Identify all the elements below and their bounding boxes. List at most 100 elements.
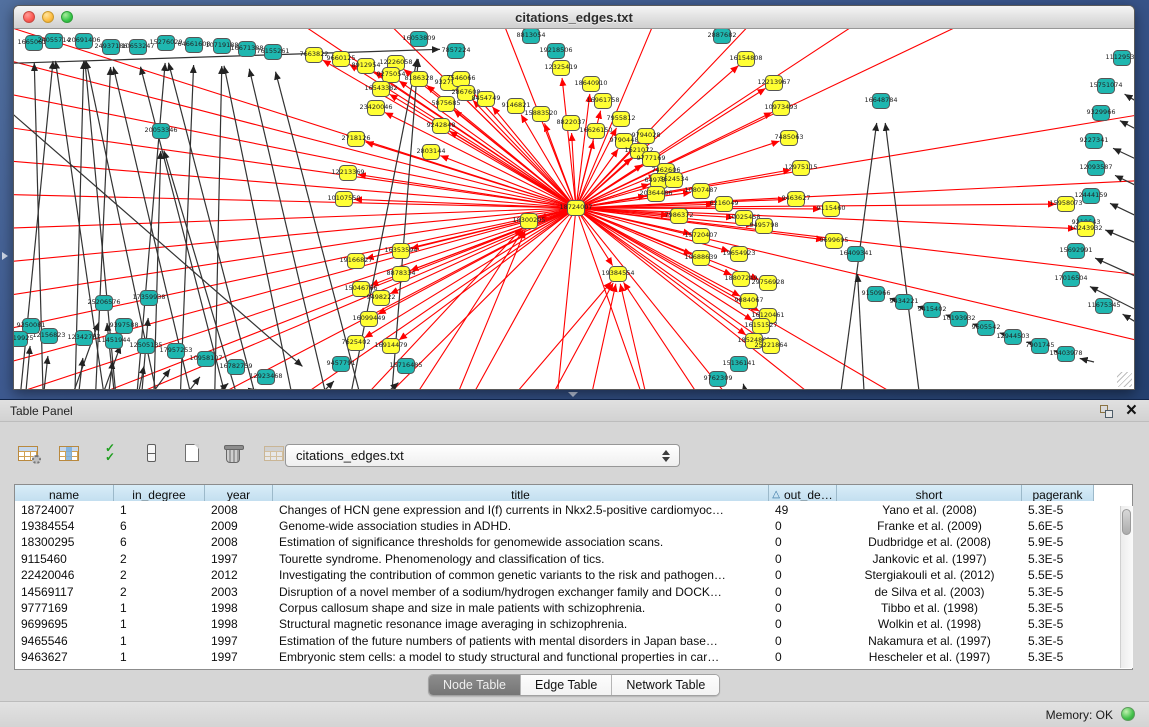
graph-node[interactable]: 16154808 bbox=[729, 52, 762, 67]
graph-node[interactable]: 25206576 bbox=[87, 296, 120, 311]
graph-node[interactable]: 7663822 bbox=[300, 48, 329, 63]
graph-node[interactable]: 3319925 bbox=[14, 332, 33, 347]
table-cell[interactable]: 0 bbox=[769, 616, 837, 632]
graph-node[interactable]: 8454749 bbox=[472, 92, 501, 107]
table-cell[interactable]: 18724007 bbox=[15, 501, 114, 517]
table-cell[interactable]: 6 bbox=[114, 534, 205, 550]
table-cell[interactable]: 9465546 bbox=[15, 633, 114, 649]
graph-node[interactable]: 10688639 bbox=[684, 251, 717, 266]
graph-node[interactable]: 11451944 bbox=[97, 334, 130, 349]
graph-node[interactable]: 29756928 bbox=[751, 276, 784, 291]
table-cell[interactable]: 1 bbox=[114, 600, 205, 616]
table-cell[interactable]: 5.3E-5 bbox=[1022, 616, 1094, 632]
graph-node[interactable]: 12213967 bbox=[757, 76, 790, 91]
graph-node[interactable]: 12975115 bbox=[784, 161, 817, 176]
graph-node[interactable]: 9457791 bbox=[327, 357, 356, 372]
table-cell[interactable]: Disruption of a novel member of a sodium… bbox=[273, 583, 769, 599]
graph-node[interactable]: 25221864 bbox=[754, 339, 787, 354]
graph-node[interactable]: 19166827 bbox=[339, 254, 372, 269]
graph-node[interactable]: 7485063 bbox=[775, 131, 804, 146]
graph-node[interactable]: 16053809 bbox=[402, 32, 435, 47]
delete-column-button[interactable] bbox=[219, 438, 247, 468]
table-cell[interactable]: Yano et al. (2008) bbox=[837, 501, 1022, 517]
table-cell[interactable]: Stergiakouli et al. (2012) bbox=[837, 567, 1022, 583]
graph-node[interactable]: 10107550 bbox=[327, 192, 360, 207]
table-cell[interactable]: 0 bbox=[769, 518, 837, 534]
graph-node[interactable]: 20053346 bbox=[144, 124, 177, 139]
graph-node[interactable]: 2718126 bbox=[342, 132, 371, 147]
table-mode-button[interactable] bbox=[14, 438, 42, 468]
citation-network-graph[interactable]: 1665061424055714206914062493718610653247… bbox=[14, 29, 1134, 389]
table-cell[interactable]: Jankovic et al. (1997) bbox=[837, 551, 1022, 567]
table-cell[interactable]: Franke et al. (2009) bbox=[837, 518, 1022, 534]
table-cell[interactable]: Tourette syndrome. Phenomenology and cla… bbox=[273, 551, 769, 567]
table-cell[interactable]: Estimation of the future numbers of pati… bbox=[273, 633, 769, 649]
graph-node[interactable]: 9275054 bbox=[377, 68, 406, 83]
table-cell[interactable]: 9777169 bbox=[15, 600, 114, 616]
table-cell[interactable]: 2 bbox=[114, 583, 205, 599]
graph-node[interactable]: 7857224 bbox=[442, 44, 471, 59]
graph-node[interactable]: 19654923 bbox=[722, 247, 755, 262]
table-cell[interactable]: 49 bbox=[769, 501, 837, 517]
graph-node[interactable]: 19384554 bbox=[601, 267, 634, 282]
graph-node[interactable]: 10807487 bbox=[684, 184, 717, 199]
graph-node[interactable]: 9699695 bbox=[820, 234, 849, 249]
graph-node[interactable]: 15720407 bbox=[684, 229, 717, 244]
table-cell[interactable]: Corpus callosum shape and size in male p… bbox=[273, 600, 769, 616]
table-cell[interactable]: 2012 bbox=[205, 567, 273, 583]
show-columns-button[interactable] bbox=[55, 438, 83, 468]
table-cell[interactable]: 1997 bbox=[205, 649, 273, 665]
table-cell[interactable]: 1 bbox=[114, 501, 205, 517]
hidden-panel-arrow[interactable] bbox=[2, 252, 8, 260]
graph-node[interactable]: 9434221 bbox=[890, 295, 919, 310]
table-cell[interactable]: 1 bbox=[114, 616, 205, 632]
graph-node[interactable]: 12923468 bbox=[249, 370, 282, 385]
table-cell[interactable]: 5.3E-5 bbox=[1022, 501, 1094, 517]
table-cell[interactable]: 0 bbox=[769, 649, 837, 665]
graph-node[interactable]: 11129533 bbox=[1105, 51, 1134, 66]
table-cell[interactable]: Embryonic stem cells: a model to study s… bbox=[273, 649, 769, 665]
table-cell[interactable]: 0 bbox=[769, 534, 837, 550]
graph-node[interactable]: 16409341 bbox=[839, 247, 872, 262]
graph-node[interactable]: 76155261 bbox=[256, 45, 289, 60]
table-cell[interactable]: de Silva et al. (2003) bbox=[837, 583, 1022, 599]
graph-node[interactable]: 16648784 bbox=[864, 94, 897, 109]
table-cell[interactable]: 5.3E-5 bbox=[1022, 583, 1094, 599]
graph-node[interactable]: 10243932 bbox=[1069, 222, 1102, 237]
table-cell[interactable]: 1997 bbox=[205, 551, 273, 567]
graph-node[interactable]: 9115460 bbox=[817, 202, 846, 217]
graph-node[interactable]: 15716485 bbox=[389, 359, 422, 374]
select-all-columns-button[interactable]: ✓✓ bbox=[96, 438, 124, 468]
graph-node[interactable]: 8813054 bbox=[517, 29, 546, 44]
graph-node[interactable]: 9329966 bbox=[1087, 106, 1116, 121]
splitter-handle[interactable] bbox=[568, 392, 578, 397]
table-cell[interactable]: 1 bbox=[114, 633, 205, 649]
graph-node[interactable]: 9498222 bbox=[367, 291, 396, 306]
window-titlebar[interactable]: citations_edges.txt bbox=[14, 6, 1134, 29]
graph-node[interactable]: 9150966 bbox=[862, 287, 891, 302]
unselect-all-columns-button[interactable] bbox=[137, 438, 165, 468]
table-cell[interactable]: 5.3E-5 bbox=[1022, 600, 1094, 616]
graph-node[interactable]: 16543382 bbox=[364, 82, 397, 97]
graph-node[interactable]: 15958073 bbox=[1049, 197, 1082, 212]
network-canvas[interactable]: 1665061424055714206914062493718610653247… bbox=[14, 29, 1134, 389]
graph-node[interactable]: 16099449 bbox=[352, 312, 385, 327]
table-cell[interactable]: 5.3E-5 bbox=[1022, 633, 1094, 649]
table-cell[interactable]: 5.9E-5 bbox=[1022, 534, 1094, 550]
float-panel-icon[interactable] bbox=[1100, 405, 1113, 418]
table-cell[interactable]: 5.3E-5 bbox=[1022, 551, 1094, 567]
graph-node[interactable]: 12325419 bbox=[544, 61, 577, 76]
table-cell[interactable]: 0 bbox=[769, 583, 837, 599]
tab-node-table[interactable]: Node Table bbox=[429, 675, 521, 695]
table-cell[interactable]: 0 bbox=[769, 600, 837, 616]
graph-node[interactable]: 2803144 bbox=[417, 145, 446, 160]
graph-node[interactable]: 9884067 bbox=[735, 294, 764, 309]
table-scrollbar[interactable] bbox=[1120, 506, 1133, 668]
graph-node[interactable]: 17016504 bbox=[1054, 272, 1087, 287]
table-cell[interactable]: Wolkin et al. (1998) bbox=[837, 616, 1022, 632]
table-cell[interactable]: 2009 bbox=[205, 518, 273, 534]
window-resize-grip[interactable] bbox=[1117, 372, 1132, 387]
table-cell[interactable]: Investigating the contribution of common… bbox=[273, 567, 769, 583]
tab-edge-table[interactable]: Edge Table bbox=[521, 675, 612, 695]
graph-node[interactable]: 9397588 bbox=[110, 319, 139, 334]
